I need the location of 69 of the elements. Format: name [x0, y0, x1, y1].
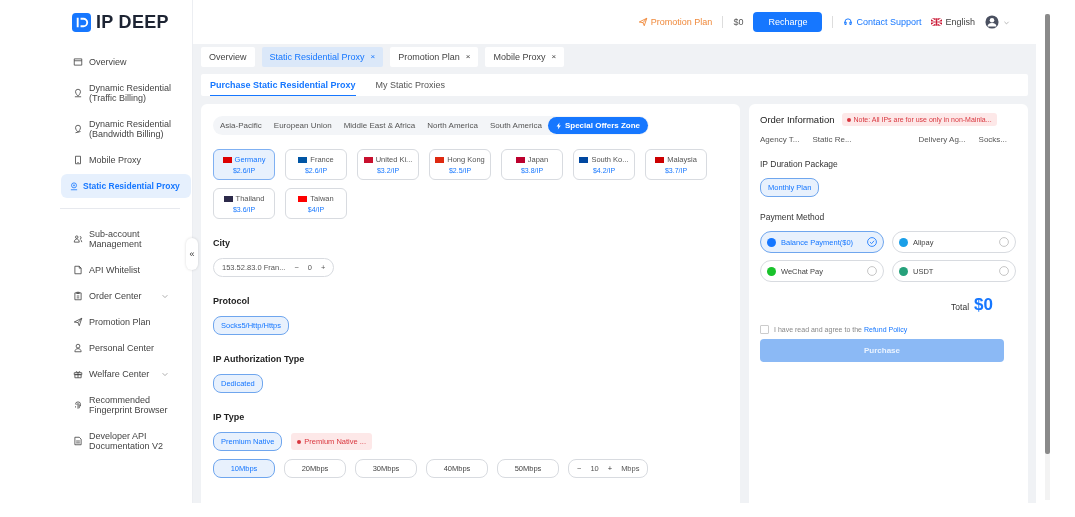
sidebar-item[interactable]: Developer API Documentation V2: [61, 424, 181, 458]
recharge-button[interactable]: Recharge: [753, 12, 823, 32]
gift-icon: [73, 369, 83, 379]
total-label: Total: [951, 302, 970, 312]
pin-icon: [73, 88, 83, 98]
sidebar-item[interactable]: Welfare Center: [61, 362, 181, 386]
scrollbar[interactable]: [1045, 14, 1050, 500]
page-tab[interactable]: Overview: [201, 47, 255, 67]
section-label: IP Duration Package: [760, 159, 839, 169]
agree-checkbox[interactable]: [760, 325, 769, 334]
sidebar-item[interactable]: Static Residential Proxy: [61, 174, 191, 198]
radio-icon: [999, 237, 1009, 247]
summary-text: Static Re...: [812, 135, 852, 144]
sub-tab[interactable]: My Static Proxies: [375, 74, 446, 96]
contact-support-link[interactable]: Contact Support: [843, 17, 922, 27]
send-icon: [637, 17, 648, 27]
region-tab[interactable]: South America: [483, 117, 548, 134]
sidebar-item[interactable]: Promotion Plan: [61, 310, 181, 334]
phone-icon: [73, 155, 83, 165]
sub-tab[interactable]: Purchase Static Residential Proxy: [210, 74, 356, 96]
send-icon: [73, 317, 83, 327]
section-label: IP Type: [213, 412, 246, 422]
sidebar-item[interactable]: Order Center: [61, 284, 181, 308]
section-label: Protocol: [213, 296, 251, 306]
sidebar-item[interactable]: Mobile Proxy: [61, 148, 181, 172]
target-icon: [69, 181, 79, 191]
language-selector[interactable]: English: [931, 17, 975, 27]
radio-icon: [867, 266, 877, 276]
people-icon: [73, 234, 83, 244]
section-label: Payment Method: [760, 212, 826, 222]
sidebar-item[interactable]: API Whitelist: [61, 258, 181, 282]
user-icon: [73, 343, 83, 353]
sidebar-item[interactable]: Personal Center: [61, 336, 181, 360]
check-icon: [867, 237, 877, 247]
sidebar-item[interactable]: Dynamic Residential (Bandwidth Billing): [61, 112, 181, 146]
clipboard-icon: [73, 291, 83, 301]
sidebar-item[interactable]: Sub-account Management: [61, 222, 181, 256]
fingerprint-icon: [73, 400, 83, 410]
section-label: IP Authorization Type: [213, 354, 306, 364]
file-icon: [73, 436, 83, 446]
document-icon: [73, 265, 83, 275]
panel-title: Order Information: [760, 114, 835, 125]
page-tab[interactable]: Static Residential Proxy ×: [261, 47, 384, 67]
logo-text: IP DEEP: [96, 11, 169, 33]
avatar-icon[interactable]: [985, 15, 999, 29]
total-amount: $0: [974, 295, 993, 315]
region-tab[interactable]: Middle East & Africa: [337, 117, 422, 134]
radio-icon: [999, 266, 1009, 276]
region-tab[interactable]: North America: [421, 117, 484, 134]
balance-text: $0: [733, 17, 744, 27]
pin-icon: [73, 124, 83, 134]
region-tab[interactable]: Special Offers Zone: [547, 117, 649, 134]
region-tab[interactable]: Asia-Pacific: [214, 117, 268, 134]
summary-text: Socks...: [978, 135, 1007, 144]
flag-icon: [931, 18, 943, 26]
headset-icon: [843, 17, 854, 27]
logo-icon: [72, 12, 91, 32]
page-tab[interactable]: Mobile Proxy ×: [485, 47, 565, 67]
summary-text: Agency T...: [760, 135, 800, 144]
collapse-button[interactable]: «: [186, 238, 198, 270]
page-tab[interactable]: Promotion Plan ×: [390, 47, 479, 67]
section-label: City: [213, 238, 231, 248]
region-tab[interactable]: European Union: [267, 117, 338, 134]
summary-text: Delivery Ag...: [918, 135, 966, 144]
sidebar-item[interactable]: Recommended Fingerprint Browser: [61, 388, 181, 422]
lightning-icon: [555, 121, 562, 130]
sidebar-item[interactable]: Overview: [61, 50, 181, 74]
window-icon: [73, 57, 83, 67]
sidebar-item[interactable]: Dynamic Residential (Traffic Billing): [61, 76, 181, 110]
